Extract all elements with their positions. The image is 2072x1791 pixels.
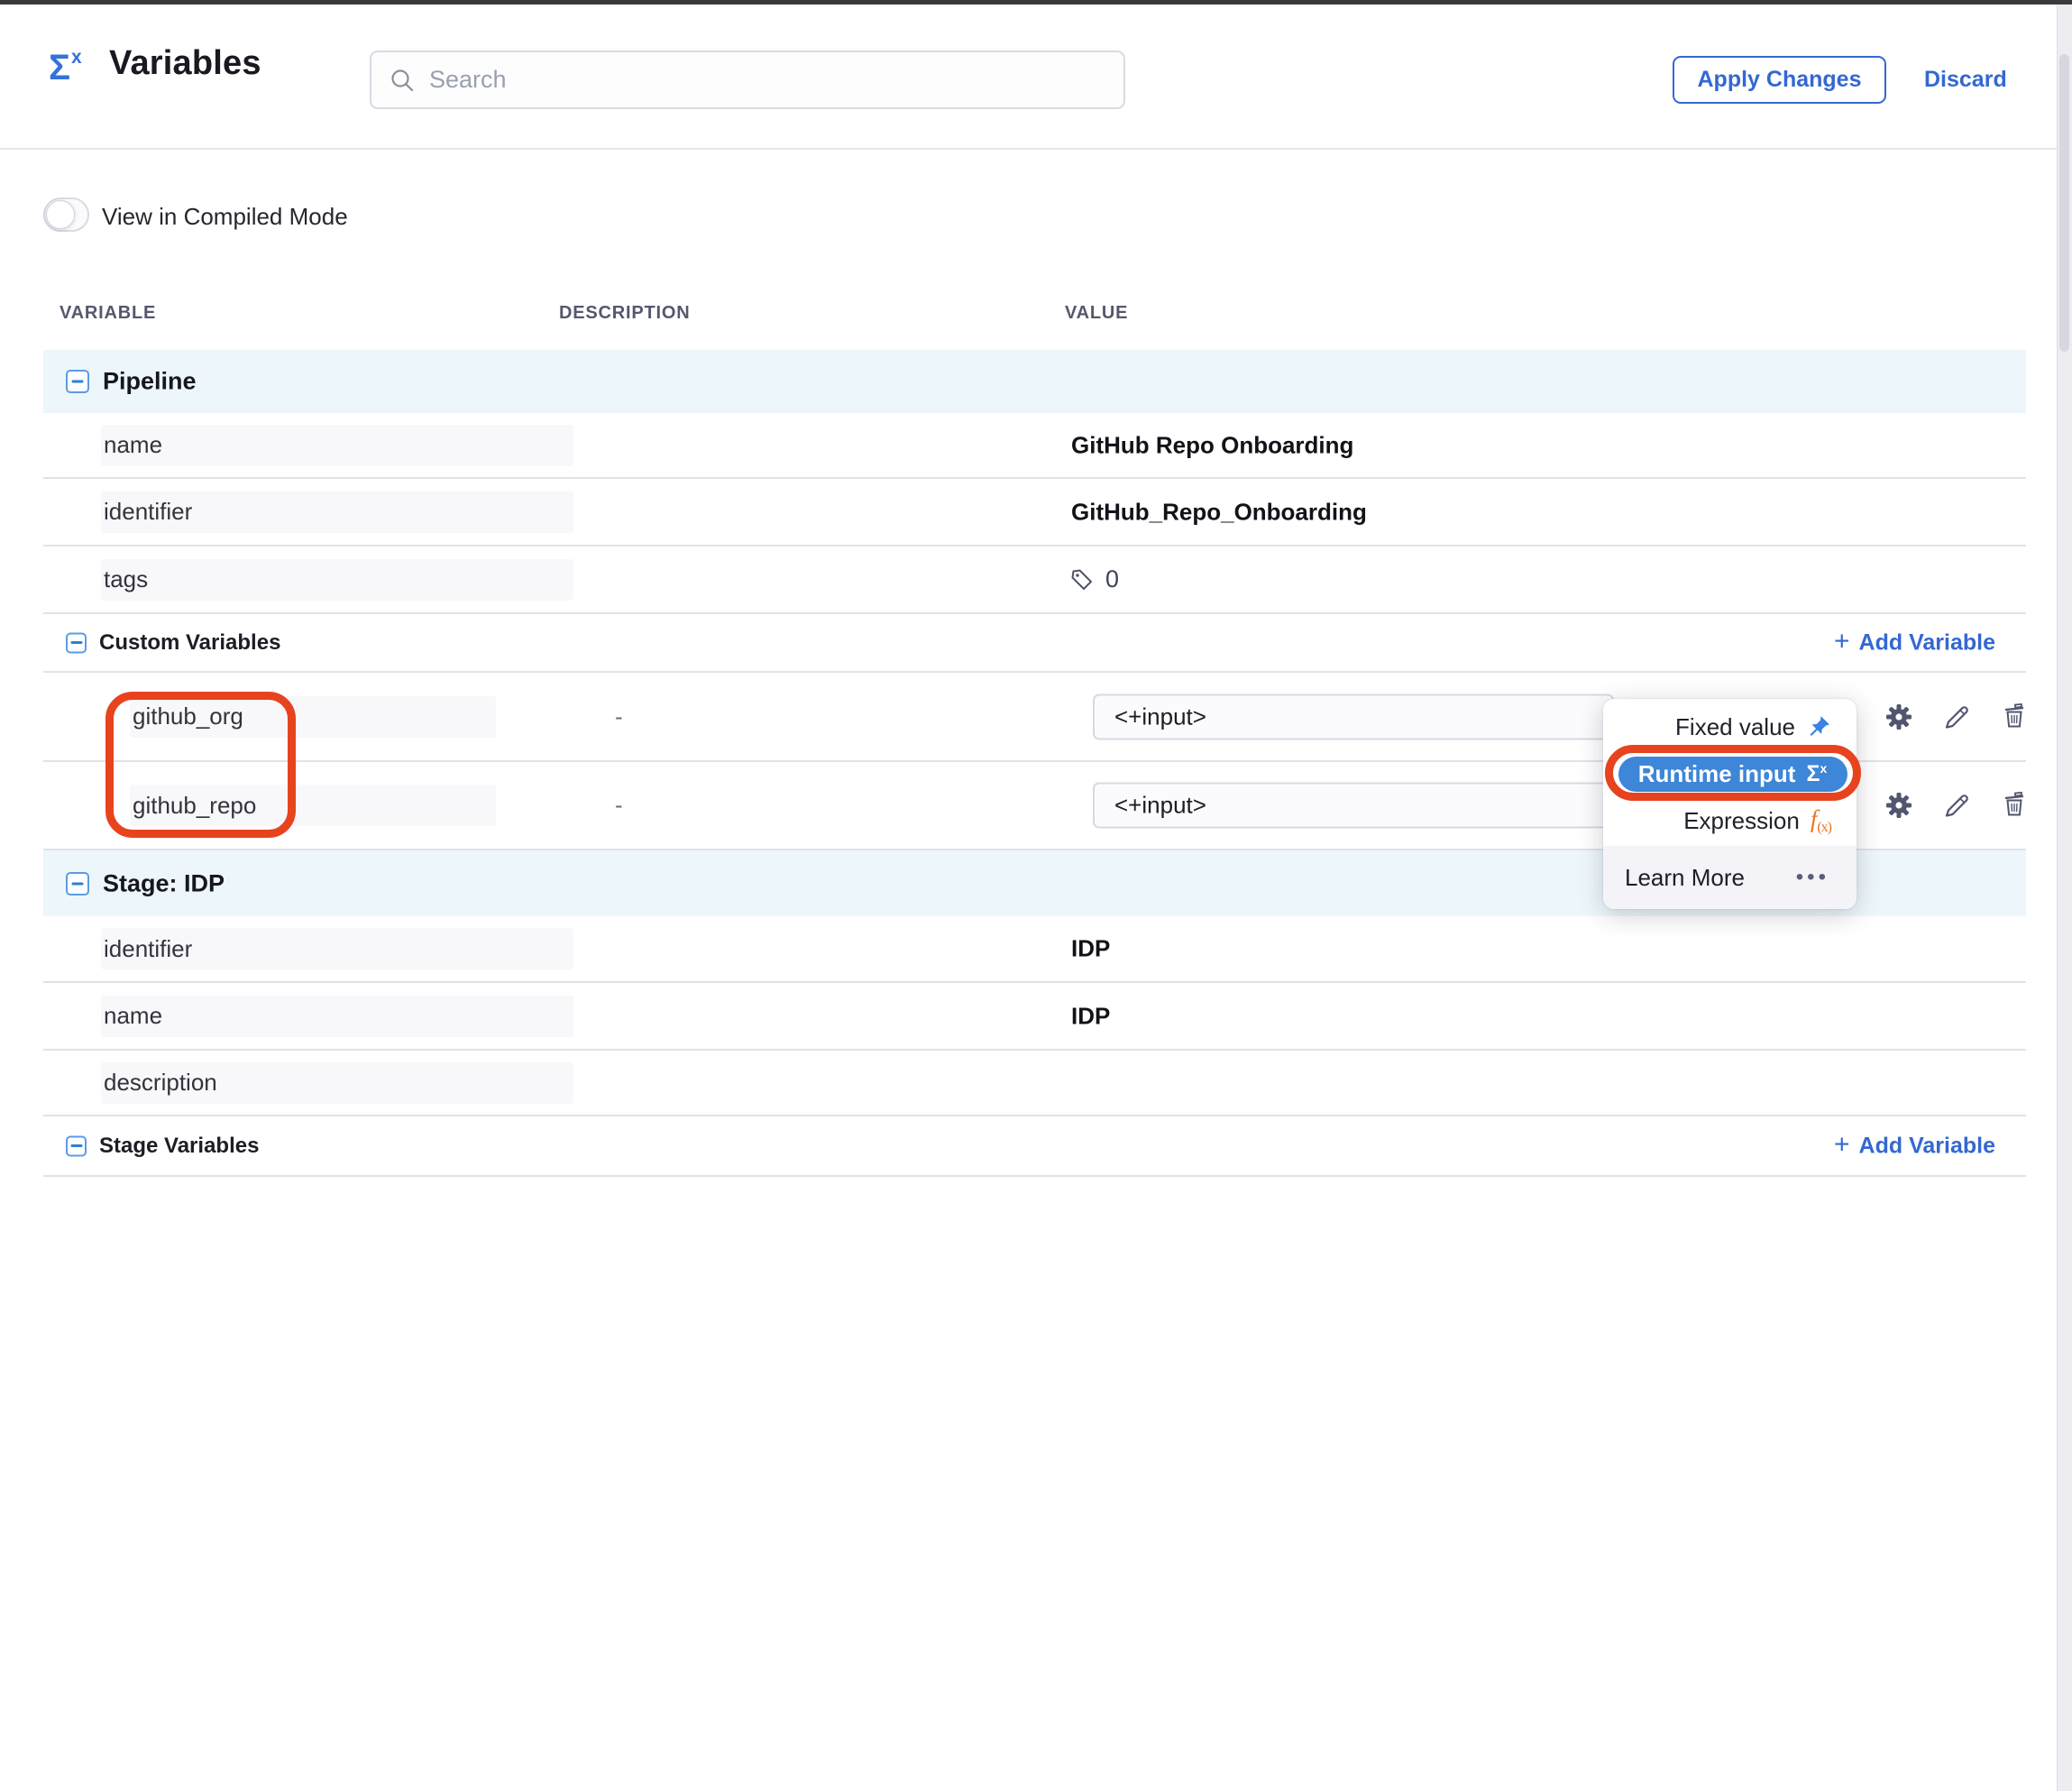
ellipsis-icon[interactable]: •••: [1796, 865, 1829, 890]
stage-name-value: IDP: [1071, 1002, 1110, 1030]
tag-icon: [1068, 565, 1096, 594]
tags-count: 0: [1105, 565, 1119, 593]
pipeline-name-value: GitHub Repo Onboarding: [1071, 431, 1353, 459]
github-org-value-input[interactable]: <+input>: [1093, 693, 1614, 739]
pipeline-section-title: Pipeline: [103, 368, 197, 396]
search-icon: [390, 68, 415, 93]
plus-icon: +: [1834, 629, 1850, 656]
collapse-pipeline-icon[interactable]: [66, 370, 89, 393]
discard-button[interactable]: Discard: [1924, 56, 2007, 104]
column-header-value: VALUE: [1065, 303, 1128, 324]
edit-pencil-icon[interactable]: [1941, 790, 1972, 821]
github-repo-value-input[interactable]: <+input>: [1093, 783, 1614, 829]
collapse-stage-variables-icon[interactable]: [66, 1135, 87, 1156]
search-input[interactable]: [429, 66, 1105, 94]
row-label-pill: github_repo: [130, 785, 496, 826]
column-header-variable: VARIABLE: [60, 303, 156, 324]
menu-item-runtime-input[interactable]: Runtime input Σx: [1603, 750, 1857, 797]
row-actions: [1884, 702, 2030, 732]
column-header-description: DESCRIPTION: [559, 303, 690, 324]
settings-gear-icon[interactable]: [1884, 790, 1914, 821]
row-label: identifier: [101, 935, 192, 963]
custom-variables-title: Custom Variables: [99, 630, 280, 656]
stage-variables-header-row: Stage Variables + Add Variable: [43, 1116, 2026, 1177]
menu-item-expression[interactable]: Expression f(x): [1603, 797, 1857, 844]
collapse-custom-variables-icon[interactable]: [66, 632, 87, 653]
apply-changes-button[interactable]: Apply Changes: [1673, 56, 1886, 104]
table-row-pipeline-tags: tags 0: [43, 546, 2026, 614]
row-label: identifier: [101, 498, 192, 526]
toggle-knob: [46, 200, 75, 229]
stage-section-title: Stage: IDP: [103, 869, 225, 897]
edit-pencil-icon[interactable]: [1941, 702, 1972, 732]
row-label-pill: description: [101, 1062, 573, 1104]
delete-trash-icon[interactable]: [1999, 790, 2030, 821]
row-label-pill: tags: [101, 559, 573, 601]
delete-trash-icon[interactable]: [1999, 702, 2030, 732]
variables-panel: Σx Variables Apply Changes Discard View …: [0, 0, 2072, 1791]
value-type-menu: Fixed value Runtime input Σx Expression …: [1603, 699, 1857, 909]
pin-icon: [1806, 714, 1831, 739]
variable-description: -: [615, 703, 623, 730]
runtime-input-pill[interactable]: Runtime input Σx: [1618, 757, 1847, 792]
row-label: tags: [101, 565, 148, 593]
row-label-pill: name: [101, 425, 573, 466]
compiled-mode-toggle[interactable]: [43, 197, 89, 232]
page-title: Variables: [109, 44, 261, 83]
add-variable-button[interactable]: + Add Variable: [1834, 629, 1995, 656]
table-row-stage-name: name IDP: [43, 983, 2026, 1051]
pipeline-section-row: Pipeline: [43, 350, 2026, 413]
panel-header: Σx Variables Apply Changes Discard: [0, 5, 2072, 150]
row-actions: [1884, 790, 2030, 821]
menu-item-fixed-value[interactable]: Fixed value: [1603, 703, 1857, 750]
pipeline-identifier-value: GitHub_Repo_Onboarding: [1071, 498, 1367, 526]
plus-icon: +: [1834, 1132, 1850, 1159]
stage-identifier-value: IDP: [1071, 935, 1110, 963]
variable-name: github_repo: [130, 792, 256, 820]
table-row-pipeline-name: name GitHub Repo Onboarding: [43, 413, 2026, 479]
learn-more-link[interactable]: Learn More: [1625, 864, 1745, 892]
table-row-stage-description: description: [43, 1051, 2026, 1116]
tags-value: 0: [1068, 565, 1119, 594]
value-type-menu-items: Fixed value Runtime input Σx Expression …: [1603, 699, 1857, 844]
variable-name: github_org: [130, 703, 243, 730]
variables-sigma-icon: Σx: [49, 48, 82, 86]
row-label: description: [101, 1069, 217, 1097]
menu-footer: Learn More •••: [1603, 846, 1857, 909]
row-label-pill: identifier: [101, 928, 573, 969]
search-box[interactable]: [370, 51, 1125, 109]
collapse-stage-icon[interactable]: [66, 872, 89, 896]
expression-fx-icon: f(x): [1811, 805, 1831, 836]
variable-description: -: [615, 792, 623, 820]
add-variable-button[interactable]: + Add Variable: [1834, 1133, 1995, 1159]
row-label: name: [101, 1002, 162, 1030]
row-label-pill: identifier: [101, 491, 573, 533]
table-row-pipeline-identifier: identifier GitHub_Repo_Onboarding: [43, 479, 2026, 546]
row-label-pill: github_org: [130, 696, 496, 738]
row-label: name: [101, 431, 162, 459]
settings-gear-icon[interactable]: [1884, 702, 1914, 732]
runtime-sigma-icon: Σx: [1806, 761, 1827, 787]
stage-variables-title: Stage Variables: [99, 1134, 259, 1159]
compiled-mode-label: View in Compiled Mode: [102, 203, 348, 231]
row-label-pill: name: [101, 996, 573, 1037]
table-row-stage-identifier: identifier IDP: [43, 916, 2026, 983]
custom-variables-header-row: Custom Variables + Add Variable: [43, 614, 2026, 673]
scrollbar-thumb[interactable]: [2059, 54, 2069, 352]
